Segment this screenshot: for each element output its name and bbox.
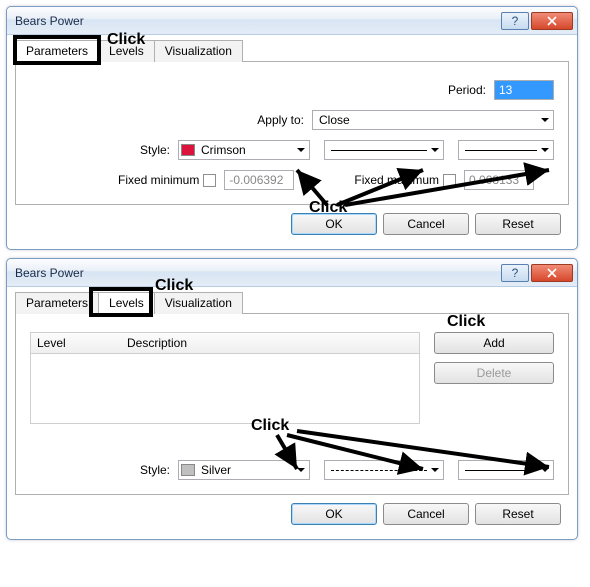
help-button[interactable]: ? — [501, 264, 529, 282]
color-swatch-icon — [181, 144, 195, 156]
dialog-parameters: Bears Power ? Parameters Levels Visualiz… — [6, 6, 578, 250]
reset-button[interactable]: Reset — [475, 503, 561, 525]
fixedmin-checkbox[interactable] — [203, 174, 216, 187]
chevron-down-icon — [541, 148, 549, 152]
chevron-down-icon — [297, 148, 305, 152]
ok-button[interactable]: OK — [291, 503, 377, 525]
help-button[interactable]: ? — [501, 12, 529, 30]
style-line-combo[interactable] — [324, 140, 444, 160]
tab-levels[interactable]: Levels — [98, 292, 155, 314]
tab-parameters[interactable]: Parameters — [15, 292, 99, 314]
style-line-combo[interactable] — [324, 460, 444, 480]
client-area: Parameters Levels Visualization Level De… — [7, 287, 577, 539]
chevron-down-icon — [297, 468, 305, 472]
tab-visualization[interactable]: Visualization — [154, 40, 243, 62]
period-label: Period: — [448, 83, 494, 97]
tab-levels[interactable]: Levels — [98, 40, 155, 62]
titlebar[interactable]: Bears Power ? — [7, 259, 577, 287]
style-label: Style: — [30, 143, 178, 157]
tab-strip: Parameters Levels Visualization — [15, 291, 569, 314]
style-width-combo[interactable] — [458, 140, 554, 160]
client-area: Parameters Levels Visualization Period: … — [7, 35, 577, 249]
tab-panel-levels: Level Description Add Delete Style: Silv… — [15, 314, 569, 495]
fixedmax-label: Fixed maximum — [354, 173, 443, 187]
fixedmax-input[interactable] — [464, 170, 534, 190]
tab-parameters[interactable]: Parameters — [15, 40, 99, 62]
style-label: Style: — [30, 463, 178, 477]
window-title: Bears Power — [15, 266, 499, 280]
button-bar: OK Cancel Reset — [15, 205, 569, 241]
applyto-value: Close — [319, 113, 350, 127]
chevron-down-icon — [431, 468, 439, 472]
col-level: Level — [37, 336, 127, 350]
add-button[interactable]: Add — [434, 332, 554, 354]
line-style-icon — [331, 150, 427, 151]
close-icon — [547, 268, 557, 278]
style-width-combo[interactable] — [458, 460, 554, 480]
tab-panel-parameters: Period: Apply to: Close Style: Crimson — [15, 62, 569, 205]
delete-button[interactable]: Delete — [434, 362, 554, 384]
line-style-icon — [331, 470, 427, 471]
style-color-combo[interactable]: Silver — [178, 460, 310, 480]
applyto-combo[interactable]: Close — [312, 110, 554, 130]
titlebar[interactable]: Bears Power ? — [7, 7, 577, 35]
style-color-name: Silver — [201, 463, 231, 477]
close-button[interactable] — [531, 12, 573, 30]
style-color-name: Crimson — [201, 143, 246, 157]
levels-list-header: Level Description — [30, 332, 420, 354]
close-button[interactable] — [531, 264, 573, 282]
tab-strip: Parameters Levels Visualization — [15, 39, 569, 62]
dialog-levels: Bears Power ? Parameters Levels Visualiz… — [6, 258, 578, 540]
period-input[interactable] — [494, 80, 554, 100]
cancel-button[interactable]: Cancel — [383, 213, 469, 235]
tab-visualization[interactable]: Visualization — [154, 292, 243, 314]
style-color-combo[interactable]: Crimson — [178, 140, 310, 160]
line-width-icon — [465, 470, 537, 471]
levels-list-body[interactable] — [30, 354, 420, 424]
button-bar: OK Cancel Reset — [15, 495, 569, 531]
ok-button[interactable]: OK — [291, 213, 377, 235]
chevron-down-icon — [541, 118, 549, 122]
close-icon — [547, 16, 557, 26]
cancel-button[interactable]: Cancel — [383, 503, 469, 525]
fixedmin-input[interactable] — [224, 170, 294, 190]
fixedmin-label: Fixed minimum — [118, 173, 203, 187]
col-description: Description — [127, 336, 187, 350]
fixedmax-checkbox[interactable] — [443, 174, 456, 187]
reset-button[interactable]: Reset — [475, 213, 561, 235]
color-swatch-icon — [181, 464, 195, 476]
line-width-icon — [465, 150, 537, 151]
chevron-down-icon — [431, 148, 439, 152]
applyto-label: Apply to: — [30, 113, 312, 127]
window-title: Bears Power — [15, 14, 499, 28]
chevron-down-icon — [541, 468, 549, 472]
